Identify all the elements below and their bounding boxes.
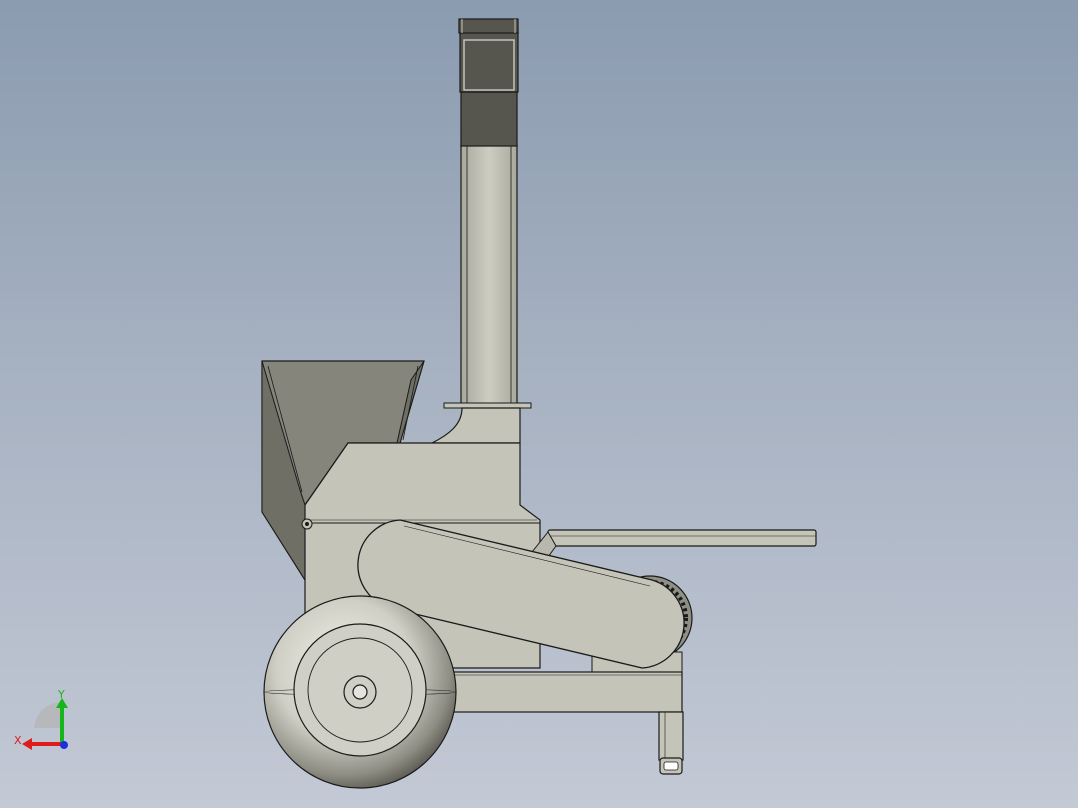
- z-axis-dot: [60, 741, 68, 749]
- support-leg[interactable]: [658, 711, 684, 775]
- triad-plane: [34, 702, 60, 728]
- chassis-frame: [429, 671, 683, 713]
- discharge-chute: [458, 18, 519, 406]
- x-axis-arrow-head: [22, 738, 32, 750]
- x-axis-label: X: [14, 734, 22, 747]
- cad-viewport[interactable]: X Y: [0, 0, 1078, 808]
- view-orientation-triad[interactable]: X Y: [12, 686, 82, 756]
- y-axis-label: Y: [57, 688, 65, 701]
- wood-chipper-model[interactable]: [0, 0, 1078, 808]
- wheel[interactable]: [263, 595, 457, 789]
- chute-elbow: [431, 402, 532, 444]
